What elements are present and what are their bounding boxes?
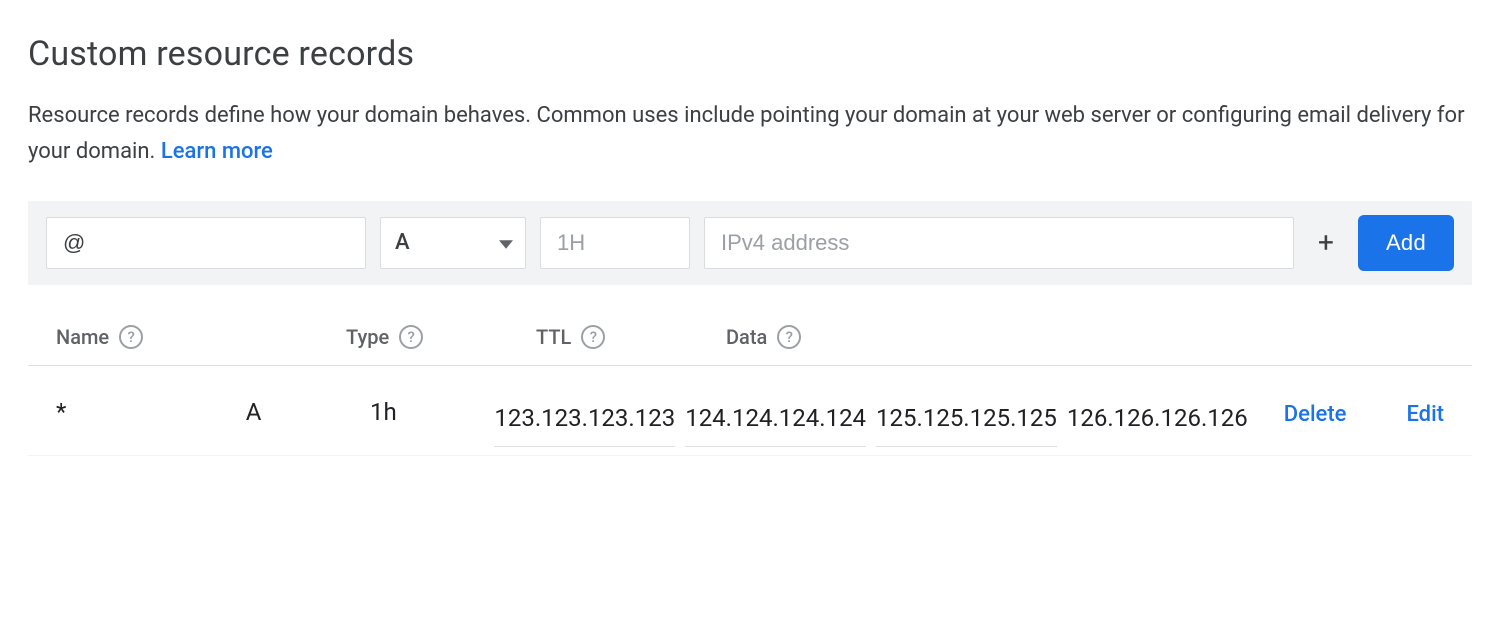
column-header-data: Data <box>726 325 767 349</box>
help-icon[interactable]: ? <box>581 325 605 349</box>
help-icon[interactable]: ? <box>777 325 801 349</box>
record-data-value: 126.126.126.126 <box>1067 394 1248 446</box>
name-input[interactable] <box>46 217 366 269</box>
type-select[interactable]: A <box>380 217 526 269</box>
record-data-value: 123.123.123.123 <box>494 394 675 447</box>
type-select-value: A <box>395 230 410 255</box>
help-icon[interactable]: ? <box>119 325 143 349</box>
name-input-field[interactable] <box>61 229 351 257</box>
record-data-value: 125.125.125.125 <box>876 394 1057 447</box>
page-title: Custom resource records <box>28 34 1472 74</box>
chevron-down-icon <box>499 230 513 255</box>
ttl-input-field[interactable] <box>555 229 675 257</box>
custom-resource-records-panel: Custom resource records Resource records… <box>0 0 1500 496</box>
records-table-header: Name ? Type ? TTL ? Data ? <box>28 325 1472 366</box>
add-value-button[interactable]: + <box>1308 217 1344 269</box>
add-record-form: A + Add <box>28 201 1472 285</box>
description: Resource records define how your domain … <box>28 98 1472 171</box>
delete-button[interactable]: Delete <box>1284 394 1347 427</box>
learn-more-link[interactable]: Learn more <box>161 139 273 164</box>
edit-button[interactable]: Edit <box>1406 394 1444 427</box>
record-data-list: 123.123.123.123 124.124.124.124 125.125.… <box>494 394 1247 447</box>
record-ttl: 1h <box>370 394 494 426</box>
record-type: A <box>246 394 370 426</box>
records-table: Name ? Type ? TTL ? Data ? * A 1h 123.12… <box>28 325 1472 456</box>
data-input[interactable] <box>704 217 1294 269</box>
column-header-ttl: TTL <box>536 325 571 349</box>
column-header-type: Type <box>346 325 389 349</box>
record-data-value: 124.124.124.124 <box>685 394 866 447</box>
table-row: * A 1h 123.123.123.123 124.124.124.124 1… <box>28 366 1472 456</box>
record-name: * <box>56 394 246 426</box>
column-header-name: Name <box>56 325 109 349</box>
ttl-input[interactable] <box>540 217 690 269</box>
help-icon[interactable]: ? <box>399 325 423 349</box>
data-input-field[interactable] <box>719 229 1279 257</box>
add-record-button[interactable]: Add <box>1358 215 1454 271</box>
